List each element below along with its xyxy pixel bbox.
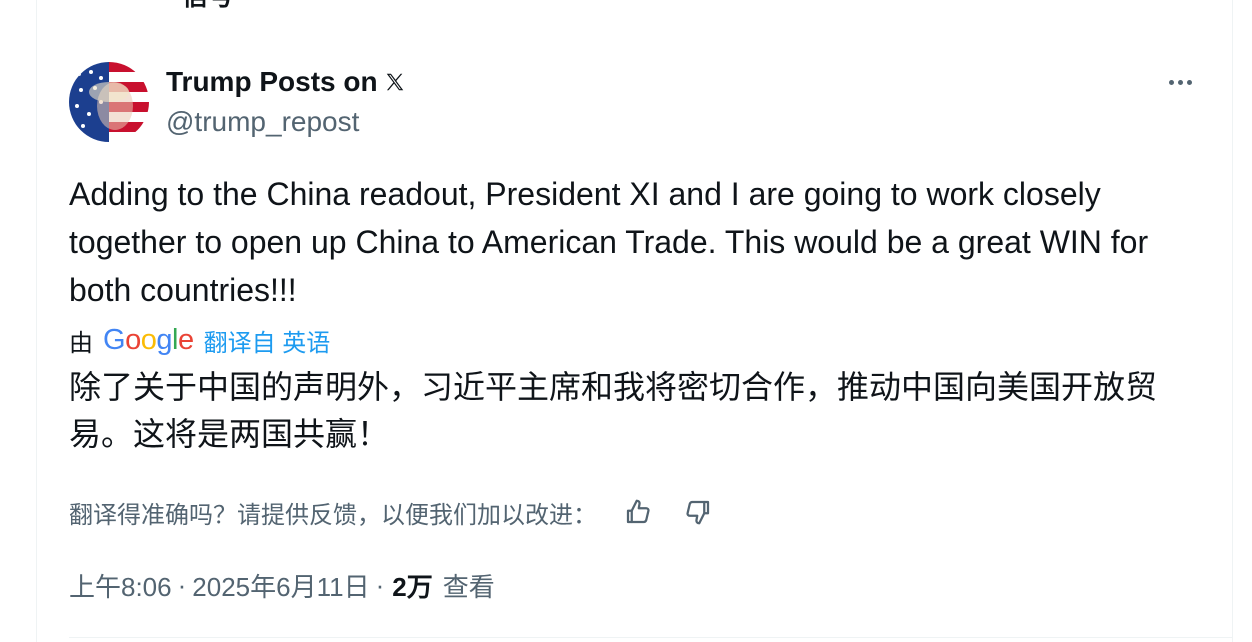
meta-separator: · (177, 569, 187, 600)
translation-attribution: 由 Google 翻译自 英语 (69, 320, 330, 360)
thumbs-down-button[interactable] (679, 493, 717, 531)
tweet-time[interactable]: 上午8:06 (69, 567, 172, 604)
author-name[interactable]: Trump Posts on (166, 64, 406, 100)
google-logo-letter: o (140, 323, 157, 356)
x-logo-icon (386, 73, 403, 91)
avatar[interactable] (69, 62, 149, 142)
right-divider (1232, 0, 1233, 642)
translated-text: 除了关于中国的声明外，习近平主席和我将密切合作，推动中国向美国开放贸易。这将是两… (69, 369, 1158, 452)
google-logo-letter: G (103, 323, 126, 356)
more-dot-icon (1177, 79, 1183, 85)
tweet-text: Adding to the China readout, President X… (69, 176, 1149, 308)
previous-tweet-fragment: 信号 (182, 0, 234, 9)
author-handle[interactable]: @trump_repost (166, 104, 359, 140)
translated-from-link[interactable]: 翻译自 英语 (204, 323, 331, 358)
avatar-image-icon (69, 62, 149, 142)
views-count[interactable]: 2万 (392, 567, 432, 604)
views-label[interactable]: 查看 (443, 567, 495, 604)
feedback-prompt: 翻译得准确吗？请提供反馈，以便我们加以改进： (69, 501, 597, 529)
tweet-date[interactable]: 2025年6月11日 (192, 567, 369, 604)
google-logo-letter: o (125, 323, 141, 356)
translated-by-label: 由 (69, 329, 93, 357)
thumbs-up-icon (626, 499, 650, 524)
translation-feedback: 翻译得准确吗？请提供反馈，以便我们加以改进： (69, 490, 717, 534)
more-dot-icon (1186, 79, 1192, 85)
author-name-label: Trump Posts on (166, 66, 378, 97)
google-logo-letter: e (177, 323, 194, 356)
tweet-meta: 上午8:06 · 2025年6月11日 · 2万 查看 (69, 564, 495, 606)
more-options-button[interactable] (1160, 64, 1200, 100)
left-divider (36, 0, 37, 642)
google-logo-icon: Google (103, 324, 194, 357)
bottom-divider (69, 637, 1232, 638)
thumbs-down-icon (686, 500, 710, 525)
meta-separator: · (375, 569, 385, 600)
thumbs-up-button[interactable] (619, 493, 657, 531)
more-dot-icon (1168, 79, 1174, 85)
google-logo-letter: g (156, 323, 172, 356)
